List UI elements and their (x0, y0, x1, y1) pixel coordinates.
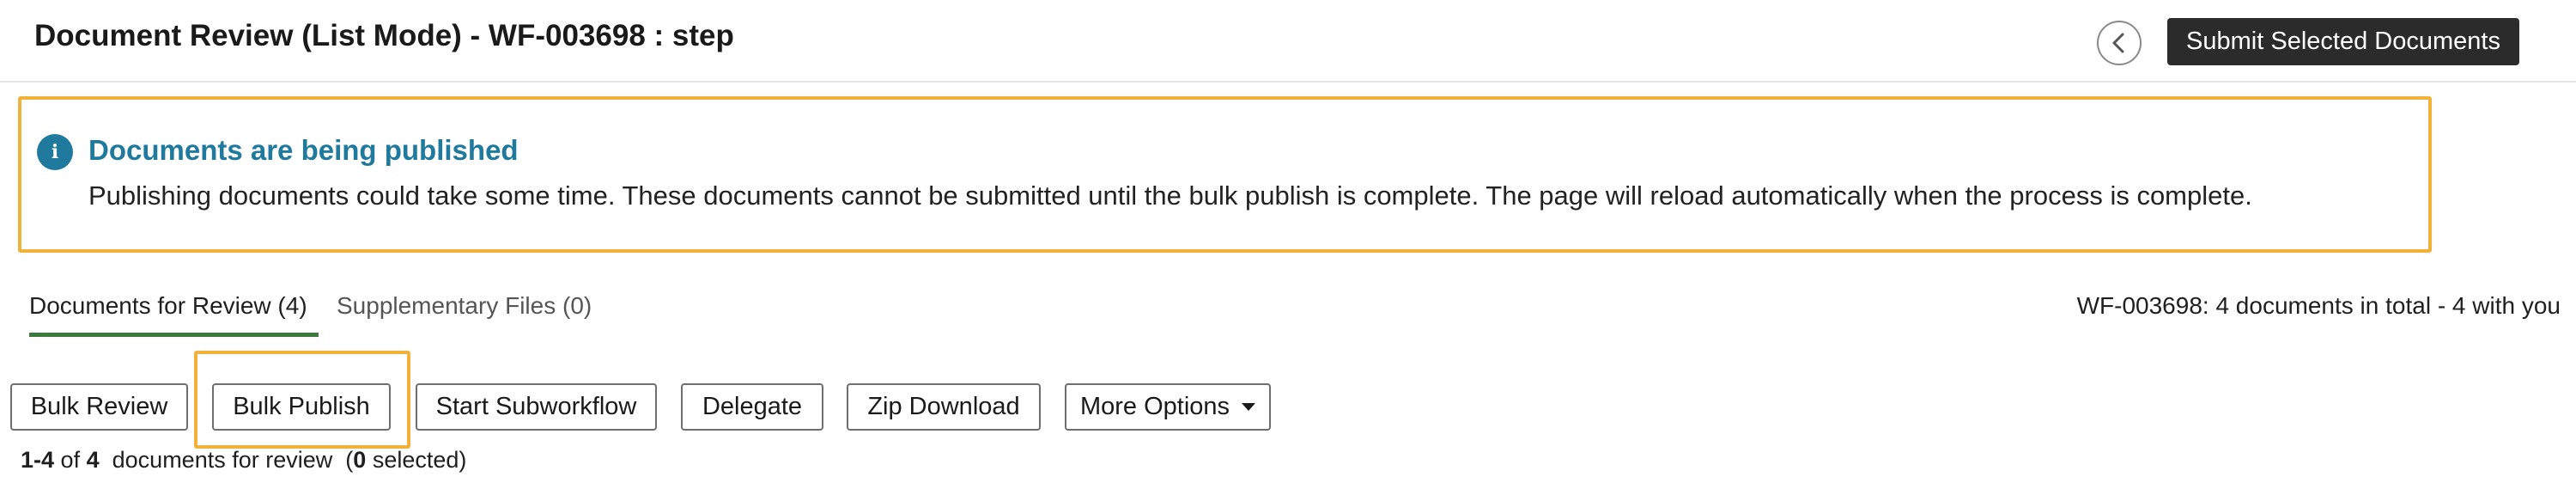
count-total: 4 (86, 447, 100, 473)
back-button[interactable] (2097, 21, 2142, 65)
notice-title: Documents are being published (88, 134, 519, 166)
caret-down-icon (1242, 403, 1256, 411)
info-icon-glyph: i (51, 141, 59, 163)
selected-open: ( (345, 447, 354, 473)
more-options-label: More Options (1079, 393, 1230, 420)
tab-documents-for-review[interactable]: Documents for Review (4) (29, 292, 319, 337)
zip-download-button[interactable]: Zip Download (847, 383, 1041, 431)
notice-text: Publishing documents could take some tim… (88, 180, 2252, 211)
more-options-button[interactable]: More Options (1065, 383, 1271, 431)
start-subworkflow-button[interactable]: Start Subworkflow (416, 383, 657, 431)
chevron-left-icon (2112, 33, 2124, 53)
publishing-notice: i Documents are being published Publishi… (18, 96, 2432, 253)
document-count: 1-4 of 4 documents for review (0 selecte… (21, 447, 466, 474)
submit-selected-documents-button[interactable]: Submit Selected Documents (2167, 18, 2519, 65)
count-range: 1-4 (21, 447, 55, 473)
count-of: of (60, 447, 81, 473)
delegate-button[interactable]: Delegate (681, 383, 823, 431)
page-header: Document Review (List Mode) - WF-003698 … (0, 0, 2576, 83)
count-suffix: documents for review (112, 447, 333, 473)
bulk-publish-button[interactable]: Bulk Publish (212, 383, 391, 431)
page-title: Document Review (List Mode) - WF-003698 … (34, 19, 734, 52)
info-icon: i (37, 134, 73, 170)
selected-close: selected) (372, 447, 467, 473)
tab-supplementary-files[interactable]: Supplementary Files (0) (337, 292, 592, 330)
workflow-summary: WF-003698: 4 documents in total - 4 with… (2076, 292, 2561, 319)
bulk-review-button[interactable]: Bulk Review (10, 383, 188, 431)
selected-count: 0 (353, 447, 367, 473)
